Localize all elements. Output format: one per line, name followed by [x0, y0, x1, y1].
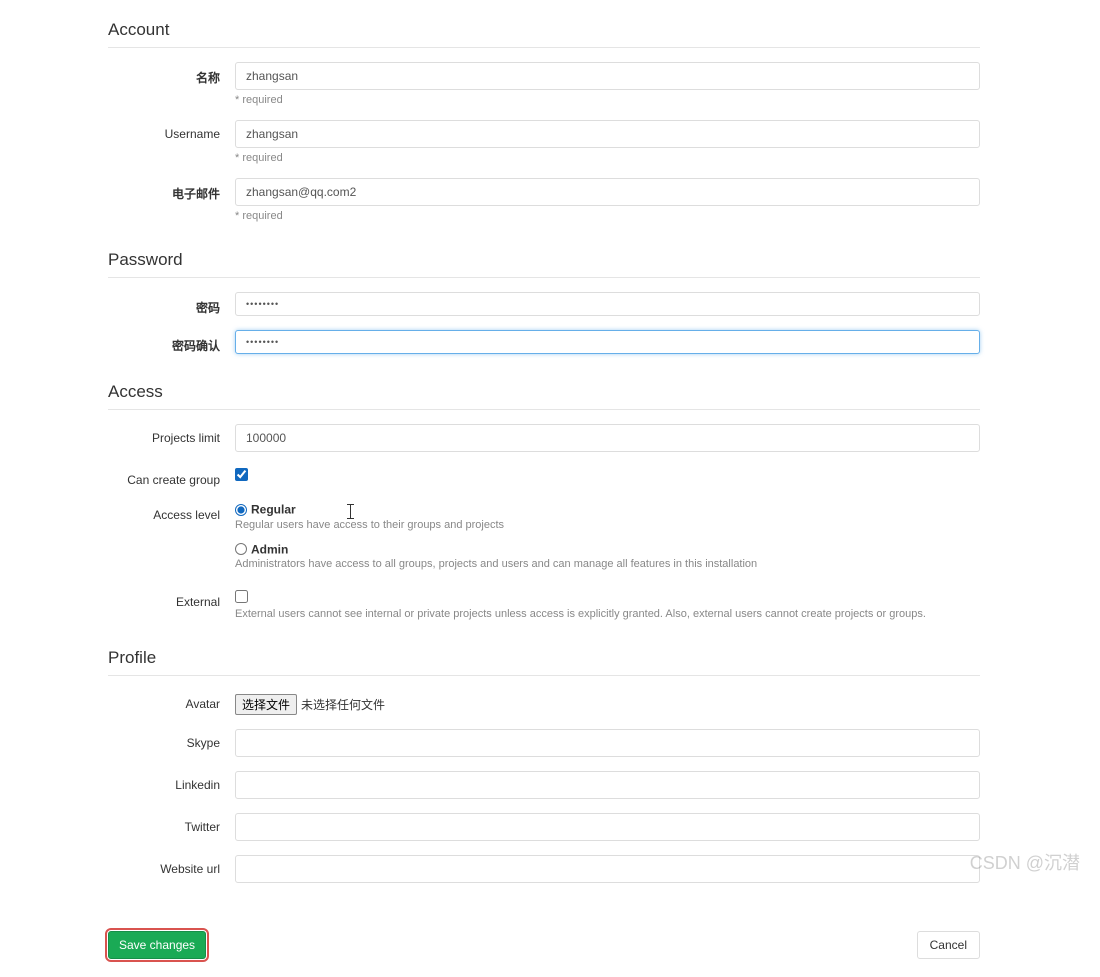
name-input[interactable]	[235, 62, 980, 90]
profile-header: Profile	[108, 648, 980, 676]
password-header: Password	[108, 250, 980, 278]
password-row: 密码	[108, 292, 980, 316]
account-section: Account 名称 * required Username * require…	[108, 20, 980, 222]
twitter-input[interactable]	[235, 813, 980, 841]
password-confirm-row: 密码确认	[108, 330, 980, 354]
external-checkbox[interactable]	[235, 590, 248, 603]
website-label: Website url	[108, 855, 235, 876]
username-input[interactable]	[235, 120, 980, 148]
email-row: 电子邮件 * required	[108, 178, 980, 222]
access-section: Access Projects limit Can create group A…	[108, 382, 980, 620]
avatar-row: Avatar 选择文件未选择任何文件	[108, 690, 980, 715]
skype-label: Skype	[108, 729, 235, 750]
account-header: Account	[108, 20, 980, 48]
access-level-label: Access level	[108, 501, 235, 522]
email-input[interactable]	[235, 178, 980, 206]
linkedin-row: Linkedin	[108, 771, 980, 799]
projects-limit-row: Projects limit	[108, 424, 980, 452]
password-section: Password 密码 密码确认	[108, 250, 980, 354]
projects-limit-input[interactable]	[235, 424, 980, 452]
admin-radio[interactable]	[235, 543, 247, 555]
admin-option: Admin Administrators have access to all …	[235, 541, 980, 571]
password-label: 密码	[108, 292, 235, 316]
external-label: External	[108, 588, 235, 609]
projects-limit-label: Projects limit	[108, 424, 235, 445]
save-button[interactable]: Save changes	[108, 931, 206, 959]
password-input[interactable]	[235, 292, 980, 316]
twitter-label: Twitter	[108, 813, 235, 834]
avatar-file-button[interactable]: 选择文件	[235, 694, 297, 715]
access-header: Access	[108, 382, 980, 410]
twitter-row: Twitter	[108, 813, 980, 841]
regular-label: Regular	[251, 503, 296, 517]
linkedin-label: Linkedin	[108, 771, 235, 792]
name-required: * required	[235, 94, 980, 106]
footer-bar: Save changes Cancel	[0, 913, 1100, 977]
can-create-group-checkbox[interactable]	[235, 468, 248, 481]
username-required: * required	[235, 152, 980, 164]
skype-input[interactable]	[235, 729, 980, 757]
can-create-group-row: Can create group	[108, 466, 980, 487]
name-row: 名称 * required	[108, 62, 980, 106]
email-required: * required	[235, 210, 980, 222]
admin-label: Admin	[251, 542, 288, 556]
external-row: External External users cannot see inter…	[108, 588, 980, 620]
skype-row: Skype	[108, 729, 980, 757]
profile-section: Profile Avatar 选择文件未选择任何文件 Skype Linkedi…	[108, 648, 980, 883]
can-create-group-label: Can create group	[108, 466, 235, 487]
text-cursor-icon	[346, 504, 355, 523]
password-confirm-label: 密码确认	[108, 330, 235, 354]
website-row: Website url	[108, 855, 980, 883]
access-level-row: Access level Regular Regular users have …	[108, 501, 980, 570]
username-label: Username	[108, 120, 235, 141]
avatar-file-text: 未选择任何文件	[301, 698, 385, 712]
regular-radio[interactable]	[235, 504, 247, 516]
username-row: Username * required	[108, 120, 980, 164]
website-input[interactable]	[235, 855, 980, 883]
linkedin-input[interactable]	[235, 771, 980, 799]
admin-desc: Administrators have access to all groups…	[235, 558, 980, 570]
avatar-label: Avatar	[108, 690, 235, 711]
external-desc: External users cannot see internal or pr…	[235, 608, 980, 620]
email-label: 电子邮件	[108, 178, 235, 202]
name-label: 名称	[108, 62, 235, 86]
cancel-button[interactable]: Cancel	[917, 931, 980, 959]
password-confirm-input[interactable]	[235, 330, 980, 354]
